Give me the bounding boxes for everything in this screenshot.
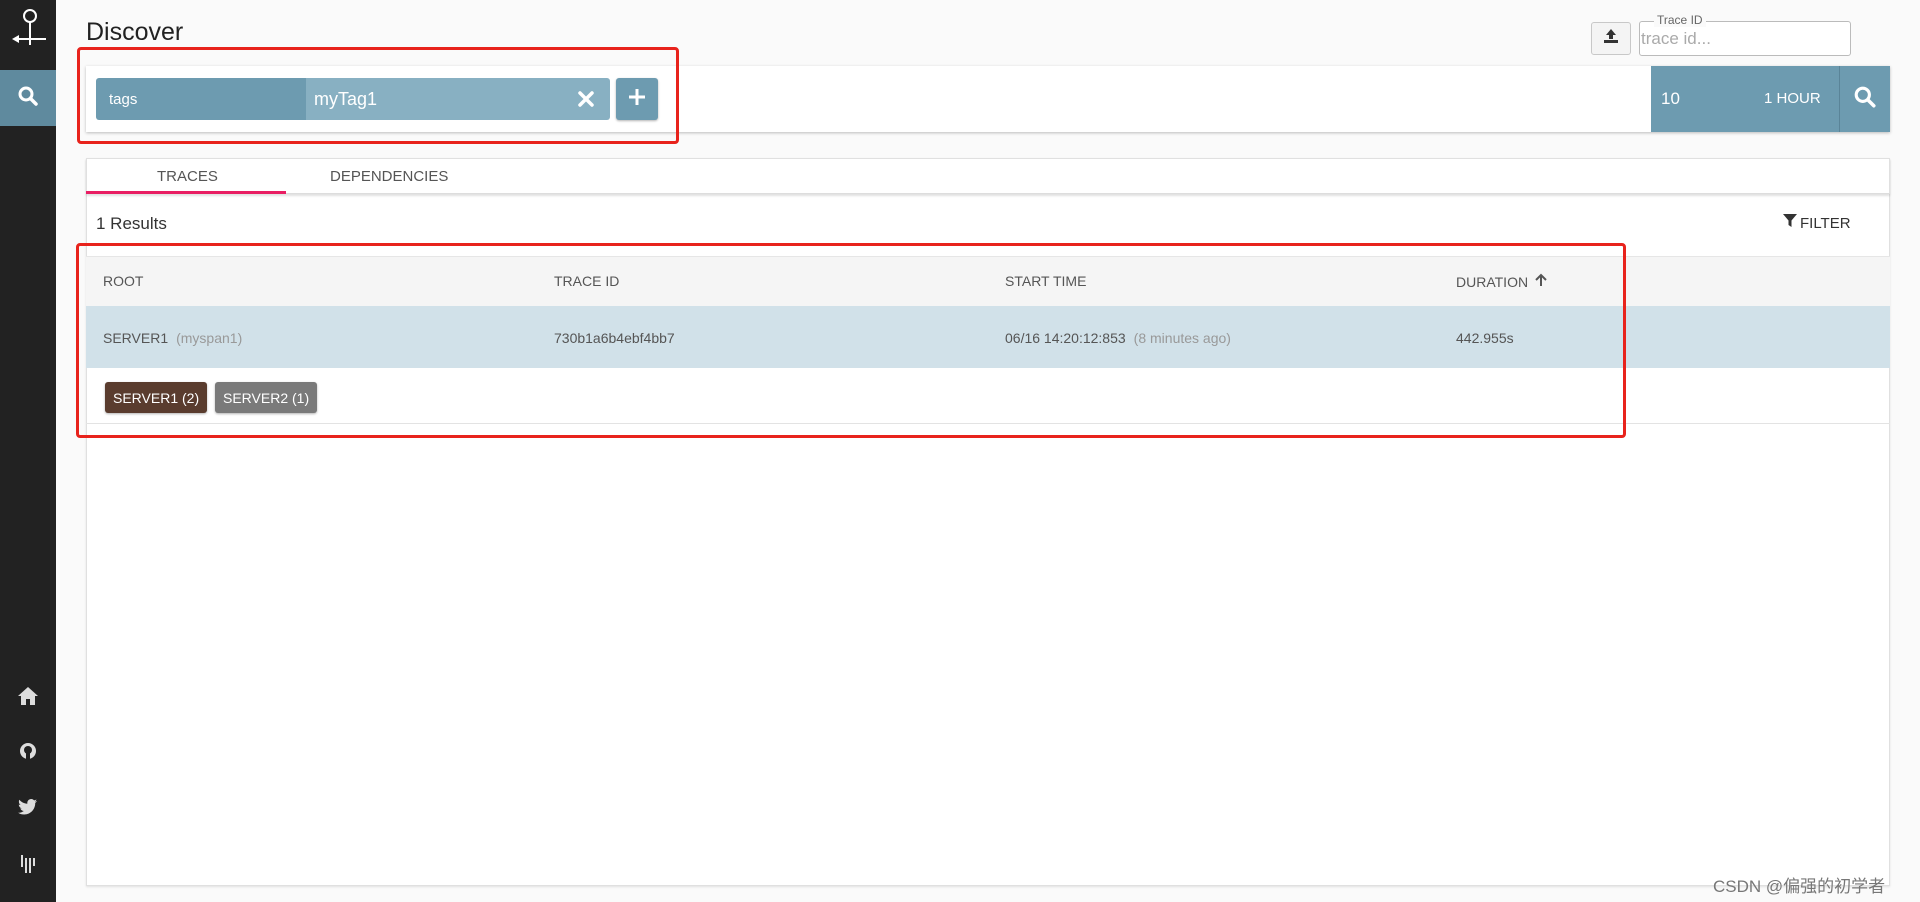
- sidebar: [0, 0, 56, 902]
- column-header-trace-id[interactable]: TRACE ID: [554, 273, 619, 289]
- trace-id-label: Trace ID: [1654, 13, 1706, 27]
- column-header-root[interactable]: ROOT: [103, 273, 143, 289]
- filter-button[interactable]: FILTER: [1783, 214, 1851, 232]
- github-icon: [18, 741, 38, 766]
- criterion-key[interactable]: tags: [96, 78, 306, 120]
- plus-icon: [628, 88, 646, 111]
- active-tab-indicator: [86, 191, 286, 194]
- column-header-start-time[interactable]: START TIME: [1005, 273, 1086, 289]
- row-duration: 442.955s: [1456, 330, 1514, 346]
- gitter-icon: [20, 853, 36, 878]
- service-badges-row: [86, 368, 1890, 424]
- table-row[interactable]: [86, 306, 1890, 368]
- page-title: Discover: [86, 18, 184, 46]
- results-count: 1 Results: [96, 214, 167, 233]
- sidebar-item-discover[interactable]: [0, 70, 56, 126]
- trace-id-input[interactable]: [1641, 27, 1841, 51]
- search-icon: [1854, 86, 1876, 113]
- lookback-select[interactable]: 1 HOUR: [1764, 90, 1821, 107]
- duration-header-label: DURATION: [1456, 273, 1529, 290]
- tab-dependencies[interactable]: DEPENDENCIES: [330, 168, 448, 185]
- row-trace-id: 730b1a6b4ebf4bb7: [554, 330, 675, 346]
- upload-trace-button[interactable]: [1591, 22, 1631, 55]
- tab-traces[interactable]: TRACES: [157, 168, 218, 185]
- criterion-value-text: myTag1: [314, 88, 378, 109]
- zipkin-logo-icon[interactable]: [0, 0, 56, 58]
- root-service: SERVER1: [103, 330, 169, 346]
- start-time: 06/16 14:20:12:853: [1005, 330, 1126, 346]
- arrow-up-icon: [1535, 273, 1547, 290]
- search-criterion-chip[interactable]: tags myTag1: [96, 78, 610, 120]
- upload-icon: [1602, 27, 1620, 50]
- filter-icon: [1783, 214, 1797, 232]
- limit-input[interactable]: 10: [1661, 89, 1680, 109]
- row-start-time-cell: 06/16 14:20:12:853 (8 minutes ago): [1005, 330, 1231, 346]
- run-search-button[interactable]: [1840, 66, 1890, 132]
- service-badge-server2[interactable]: SERVER2 (1): [215, 382, 318, 413]
- filter-label: FILTER: [1800, 214, 1851, 232]
- root-span: (myspan1): [176, 330, 243, 346]
- sidebar-item-github[interactable]: [0, 735, 56, 771]
- criterion-value[interactable]: myTag1: [306, 78, 610, 120]
- sidebar-item-gitter[interactable]: [0, 847, 56, 883]
- column-header-duration[interactable]: DURATION: [1456, 273, 1547, 290]
- service-badge-server1[interactable]: SERVER1 (2): [105, 382, 208, 413]
- row-root-cell: SERVER1 (myspan1): [103, 330, 242, 346]
- relative-time: (8 minutes ago): [1133, 330, 1231, 346]
- watermark: CSDN @偏强的初学者: [1713, 877, 1886, 896]
- close-icon[interactable]: [574, 87, 598, 111]
- sidebar-item-home[interactable]: [0, 680, 56, 716]
- sidebar-item-twitter[interactable]: [0, 791, 56, 827]
- twitter-icon: [18, 798, 38, 821]
- home-icon: [17, 686, 39, 711]
- add-criterion-button[interactable]: [616, 78, 658, 120]
- table-header: [86, 256, 1890, 306]
- search-icon: [18, 86, 38, 111]
